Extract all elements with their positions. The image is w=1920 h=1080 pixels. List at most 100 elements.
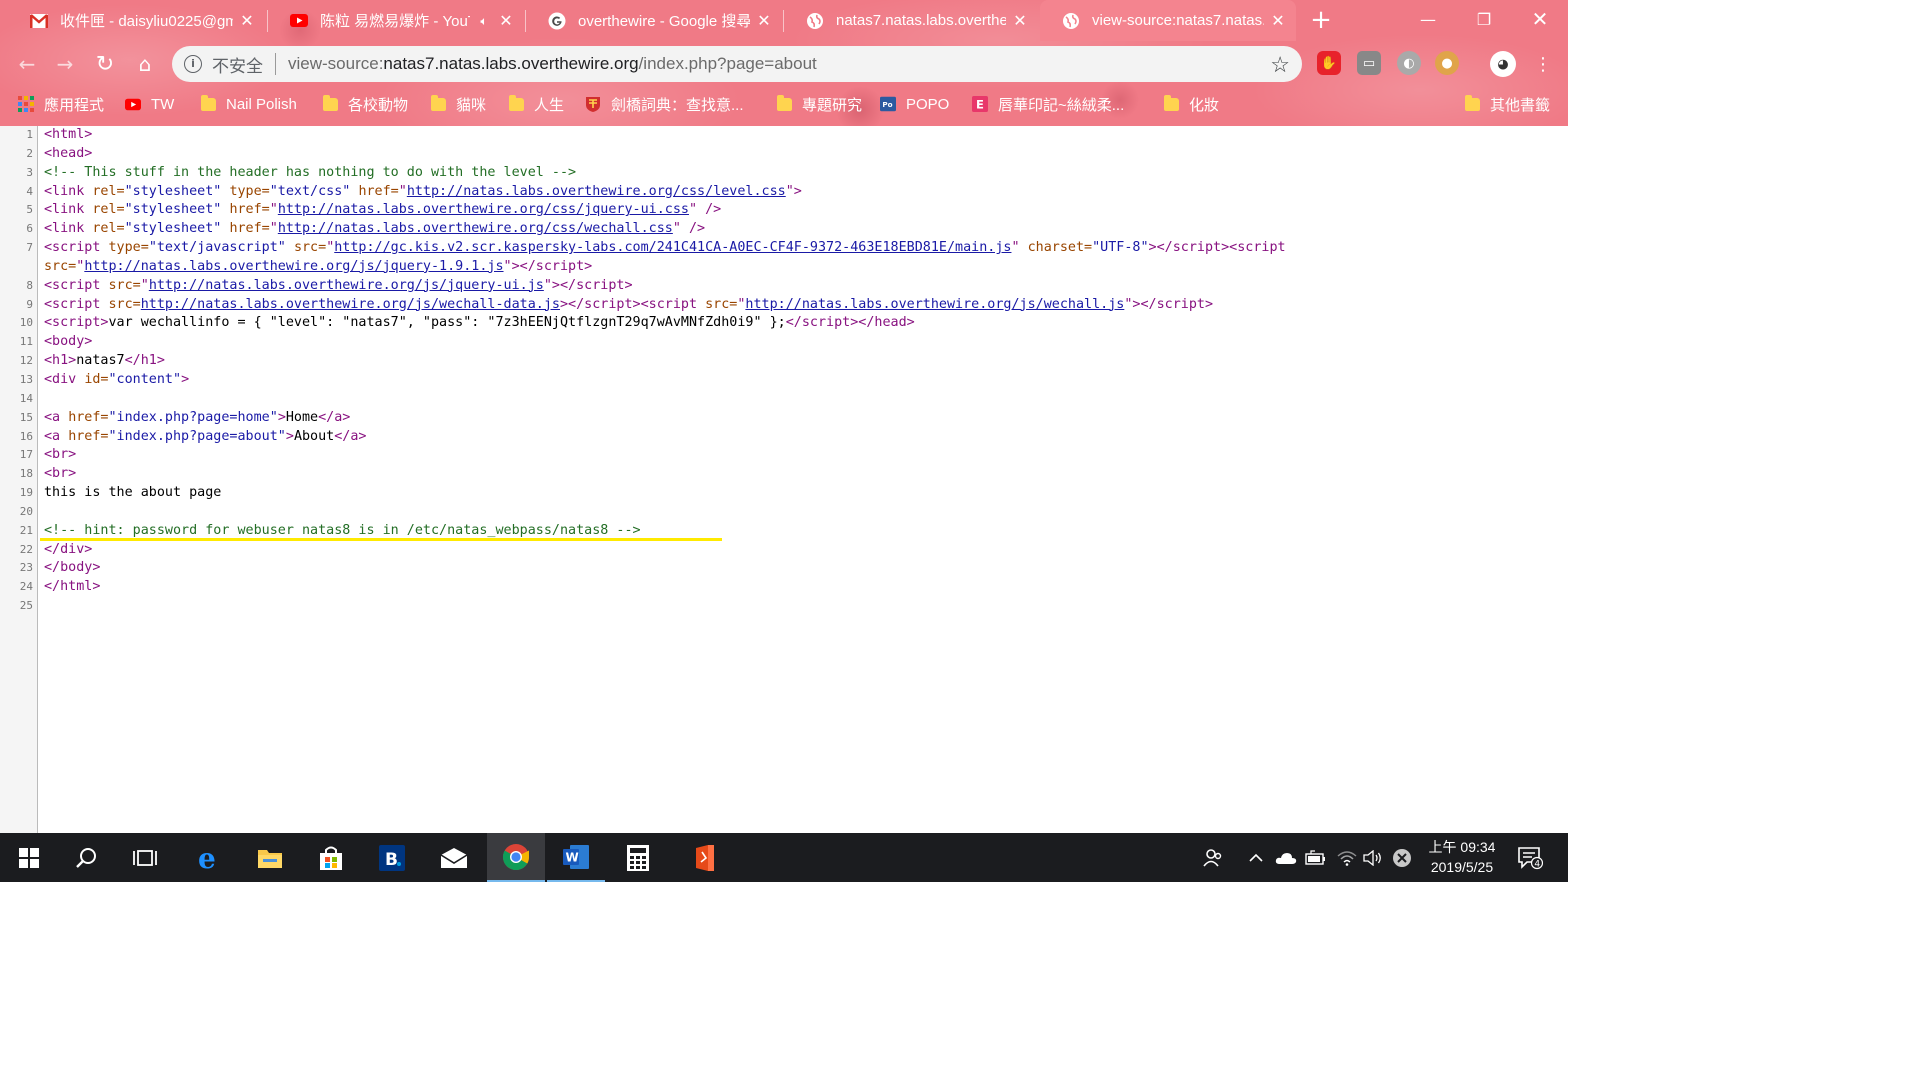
close-tab-icon[interactable]: ✕ (1012, 12, 1028, 29)
youtube-icon (125, 96, 141, 112)
mail-icon[interactable] (425, 833, 483, 882)
e-icon: E (972, 96, 988, 112)
bookmark-research[interactable]: 專題研究 (776, 92, 862, 116)
new-tab-button[interactable]: + (1304, 6, 1338, 36)
address-bar[interactable]: i 不安全 view-source:natas7.natas.labs.over… (172, 46, 1302, 82)
search-icon[interactable] (58, 833, 116, 882)
profile-avatar[interactable]: ◕ (1490, 51, 1516, 77)
stylesheet-link[interactable]: http://natas.labs.overthewire.org/css/we… (278, 221, 673, 236)
script-link[interactable]: http://natas.labs.overthewire.org/js/jqu… (149, 278, 544, 293)
script-link[interactable]: http://natas.labs.overthewire.org/js/wec… (141, 297, 560, 312)
bookmark-label: 其他書籤 (1490, 96, 1551, 114)
code-line: 10 <script>var wechallinfo = { "level": "… (0, 314, 1568, 333)
bookmark-other[interactable]: 其他書籤 (1464, 92, 1550, 116)
bookmark-popo[interactable]: Po POPO (880, 92, 949, 116)
bookmark-cats[interactable]: 貓咪 (430, 92, 486, 116)
info-icon[interactable]: i (184, 55, 202, 73)
tab-title: 收件匣 - daisyliu0225@gm (60, 13, 233, 30)
ime-close-icon[interactable] (1388, 833, 1416, 882)
source-view: 1 <html> 2 <head> 3 <!-- This stuff in the … (0, 126, 1568, 833)
div-id-value: "content" (108, 371, 182, 387)
bookmark-lip-print[interactable]: E 唇華印記~絲絨柔... (972, 92, 1124, 116)
forward-button[interactable]: → (50, 49, 80, 79)
reload-button[interactable]: ↻ (90, 49, 120, 79)
bookmark-star-icon[interactable]: ☆ (1270, 52, 1290, 78)
line-number: 16 (19, 429, 33, 443)
line-number: 20 (19, 504, 33, 518)
script-link[interactable]: http://natas.labs.overthewire.org/js/wec… (745, 297, 1124, 312)
bookmark-label: Nail Polish (226, 95, 297, 113)
bookmark-cambridge[interactable]: 劍橋詞典：查找意... (585, 92, 744, 116)
speaker-icon[interactable]: 🔈︎ (476, 13, 492, 29)
volume-icon[interactable] (1360, 833, 1386, 882)
svg-text:Po: Po (882, 100, 892, 109)
line-number: 15 (19, 410, 33, 424)
bookmark-tw[interactable]: TW (125, 92, 174, 116)
home-link-text: Home (285, 409, 319, 425)
close-tab-icon[interactable]: ✕ (1270, 12, 1286, 29)
close-window-icon[interactable]: ✕ (1512, 0, 1568, 38)
chrome-icon[interactable] (487, 833, 545, 882)
tab-title: overthewire - Google 搜尋 (578, 13, 750, 30)
tab-google-search[interactable]: overthewire - Google 搜尋 ✕ (526, 0, 782, 41)
close-tab-icon[interactable]: ✕ (239, 12, 255, 29)
booking-icon[interactable]: B (363, 833, 421, 882)
code-line: 3 <!-- This stuff in the header has nothi… (0, 164, 1568, 183)
chevron-up-icon[interactable] (1244, 833, 1268, 882)
svg-text:W: W (566, 850, 579, 864)
task-view-icon[interactable] (116, 833, 174, 882)
menu-kebab-icon[interactable]: ⋮ (1528, 49, 1558, 79)
tab-view-source[interactable]: view-source:natas7.natas. ✕ (1040, 0, 1296, 41)
battery-icon[interactable] (1302, 833, 1330, 882)
notification-center-icon[interactable]: 4 (1512, 833, 1548, 882)
code-line: 23 </body> (0, 559, 1568, 578)
about-link-text: About (293, 428, 335, 444)
tab-natas7[interactable]: natas7.natas.labs.overthew ✕ (784, 0, 1038, 41)
stylesheet-link[interactable]: http://natas.labs.overthewire.org/css/jq… (278, 202, 689, 217)
tab-gmail[interactable]: 收件匣 - daisyliu0225@gm ✕ (8, 0, 265, 41)
bookmark-app-icon[interactable] (676, 833, 734, 882)
bookmark-school-animals[interactable]: 各校動物 (322, 92, 408, 116)
tab-youtube[interactable]: 陈粒 易燃易爆炸 - YouT 🔈︎ ✕ (268, 0, 524, 41)
close-tab-icon[interactable]: ✕ (498, 12, 514, 29)
bookmark-nail-polish[interactable]: Nail Polish (200, 92, 297, 116)
code-line: 1 <html> (0, 126, 1568, 145)
clock-time: 上午 09:34 (1428, 839, 1496, 855)
store-icon[interactable] (302, 833, 360, 882)
back-button[interactable]: ← (12, 49, 42, 79)
code-line: 7 <script type="text/javascript" src="htt… (0, 239, 1568, 277)
stylesheet-link[interactable]: http://natas.labs.overthewire.org/css/le… (407, 184, 786, 199)
svg-text:E: E (976, 97, 984, 111)
windows-start-icon[interactable] (0, 833, 58, 882)
line-number: 3 (26, 165, 33, 179)
bookmark-apps[interactable]: 應用程式 (18, 92, 104, 116)
code-text: <br> (44, 466, 77, 482)
calculator-icon[interactable] (609, 833, 667, 882)
chat-extension-icon[interactable]: ▭ (1357, 51, 1381, 75)
cookie-extension-icon[interactable]: ● (1435, 51, 1459, 75)
edge-icon[interactable]: e (180, 833, 238, 882)
onedrive-icon[interactable] (1272, 833, 1300, 882)
bookmarks-bar: 應用程式 TW Nail Polish 各校動物 貓咪 人生 劍橋詞典：查找意.… (0, 88, 1568, 120)
home-button[interactable]: ⌂ (130, 49, 160, 79)
restore-icon[interactable]: ❐ (1456, 0, 1512, 38)
script-link[interactable]: http://gc.kis.v2.scr.kaspersky-labs.com/… (334, 240, 1011, 255)
file-explorer-icon[interactable] (241, 833, 299, 882)
wifi-icon[interactable] (1334, 833, 1360, 882)
shield-extension-icon[interactable]: ◐ (1397, 51, 1421, 75)
line-number: 19 (19, 486, 33, 500)
adblock-extension-icon[interactable]: ✋ (1317, 51, 1341, 75)
clock[interactable]: 上午 09:34 2019/5/25 (1418, 837, 1506, 877)
cambridge-icon (585, 96, 601, 112)
code-line: 20 (0, 503, 1568, 522)
bookmark-makeup[interactable]: 化妝 (1163, 92, 1219, 116)
url-text[interactable]: view-source:natas7.natas.labs.overthewir… (288, 54, 817, 74)
people-icon[interactable] (1198, 833, 1228, 882)
code-line: 19 this is the about page (0, 484, 1568, 503)
script-link[interactable]: http://natas.labs.overthewire.org/js/jqu… (84, 259, 503, 274)
bookmark-life[interactable]: 人生 (508, 92, 564, 116)
word-icon[interactable]: W (547, 833, 605, 882)
minimize-icon[interactable]: — (1400, 0, 1456, 38)
line-number: 18 (19, 467, 33, 481)
close-tab-icon[interactable]: ✕ (756, 12, 772, 29)
